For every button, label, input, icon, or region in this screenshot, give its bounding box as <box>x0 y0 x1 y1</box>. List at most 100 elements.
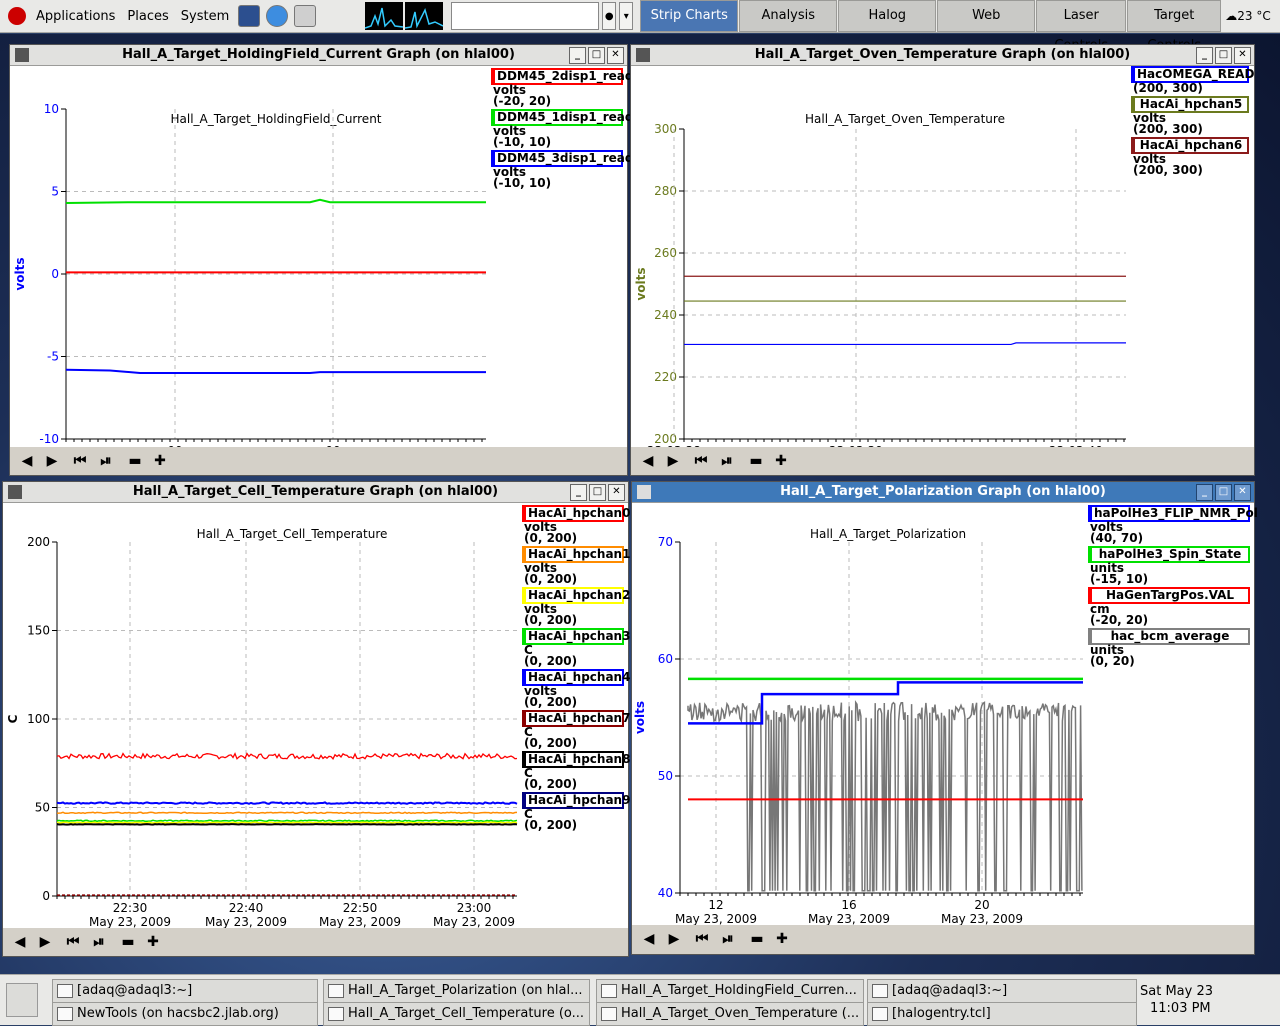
halog-button[interactable]: Halog <box>838 0 937 32</box>
taskbar-window-button[interactable]: Hall_A_Target_Oven_Temperature (... <box>596 1002 864 1026</box>
series-line-HacAi_hpchan3 <box>56 819 518 823</box>
scroll-right-icon[interactable]: ▶ <box>41 451 63 471</box>
legend-item[interactable]: HacAi_hpchan9 C (0, 200) <box>522 792 630 831</box>
legend-item[interactable]: HacAi_hpchan3 C (0, 200) <box>522 628 630 667</box>
terminal-launcher-icon[interactable] <box>238 5 261 27</box>
scroll-right-icon[interactable]: ▶ <box>663 929 685 949</box>
redhat-icon[interactable] <box>8 7 26 25</box>
weather-applet[interactable]: ☁ 23 °C <box>1225 9 1270 23</box>
legend-item-name[interactable]: HacAi_hpchan8 <box>522 751 630 768</box>
minimize-button[interactable]: _ <box>1196 47 1213 64</box>
legend-item[interactable]: HacAi_hpchan7 C (0, 200) <box>522 710 630 749</box>
legend-item[interactable]: DDM45_3disp1_read volts (-10, 10) <box>491 150 633 189</box>
taskbar-window-button[interactable]: NewTools (on hacsbc2.jlab.org) <box>52 1002 318 1026</box>
legend-item[interactable]: haPolHe3_FLIP_NMR_Pol volts (40, 70) <box>1088 505 1258 544</box>
x-tick-time: 23:03:38 <box>647 444 701 447</box>
zoom-out-icon[interactable]: ⏯ <box>95 451 117 471</box>
legend-item-name[interactable]: HacAi_hpchan3 <box>522 628 630 645</box>
add-icon[interactable]: ✚ <box>149 451 171 471</box>
window-titlebar[interactable]: Hall_A_Target_Polarization Graph (on hla… <box>632 482 1254 503</box>
zoom-in-icon[interactable]: ⏮ <box>690 451 712 471</box>
pan-mode-icon[interactable]: ▬ <box>117 932 139 952</box>
taskbar-window-button[interactable]: Hall_A_Target_HoldingField_Curren... <box>596 979 864 1003</box>
legend-item-name[interactable]: HaGenTargPos.VAL <box>1088 587 1250 604</box>
window-titlebar[interactable]: Hall_A_Target_Oven_Temperature Graph (on… <box>631 45 1254 66</box>
bullet-icon[interactable]: ● <box>602 2 617 30</box>
legend-item[interactable]: haPolHe3_Spin_State units (-15, 10) <box>1088 546 1250 585</box>
scroll-right-icon[interactable]: ▶ <box>34 932 56 952</box>
legend-item-name[interactable]: HacAi_hpchan7 <box>522 710 630 727</box>
legend-item[interactable]: HacAi_hpchan4 volts (0, 200) <box>522 669 630 708</box>
legend-item-range: (0, 200) <box>524 777 578 791</box>
clock[interactable]: Sat May 23 11:03 PM <box>1140 983 1213 1017</box>
taskbar-window-button[interactable]: Hall_A_Target_Cell_Temperature (o... <box>323 1002 590 1026</box>
nav-bar: ◀ ▶ ⏮ ⏯ ▬ ✚ <box>10 448 627 474</box>
menu-system[interactable]: System <box>175 9 235 24</box>
legend-item[interactable]: HacAi_hpchan1 volts (0, 200) <box>522 546 630 585</box>
legend-item[interactable]: HacAi_hpchan6 volts (200, 300) <box>1131 137 1249 176</box>
command-entry[interactable] <box>451 2 600 30</box>
maximize-button[interactable]: □ <box>1215 47 1232 64</box>
legend-item[interactable]: HacAi_hpchan2 volts (0, 200) <box>522 587 630 626</box>
add-icon[interactable]: ✚ <box>770 451 792 471</box>
window-titlebar[interactable]: Hall_A_Target_HoldingField_Current Graph… <box>10 45 627 66</box>
network-monitor-graph[interactable] <box>405 2 444 30</box>
calculator-launcher-icon[interactable] <box>294 5 317 27</box>
legend-item-name[interactable]: HacAi_hpchan9 <box>522 792 630 809</box>
close-button[interactable]: ✕ <box>607 47 624 64</box>
scroll-left-icon[interactable]: ◀ <box>638 929 660 949</box>
zoom-out-icon[interactable]: ⏯ <box>717 929 739 949</box>
taskbar-window-button[interactable]: [halogentry.tcl] <box>867 1002 1137 1026</box>
menu-applications[interactable]: Applications <box>30 9 121 24</box>
legend-item[interactable]: hac_bcm_average units (0, 20) <box>1088 628 1250 667</box>
legend-item[interactable]: HacOMEGA_READ (200, 300) <box>1131 66 1254 94</box>
zoom-in-icon[interactable]: ⏮ <box>691 929 713 949</box>
laser-controls-button[interactable]: Laser Controls <box>1036 0 1127 53</box>
taskbar-window-button[interactable]: [adaq@adaql3:~] <box>52 979 318 1003</box>
legend-item[interactable]: HacAi_hpchan8 C (0, 200) <box>522 751 630 791</box>
zoom-in-icon[interactable]: ⏮ <box>69 451 91 471</box>
scroll-left-icon[interactable]: ◀ <box>16 451 38 471</box>
window-titlebar[interactable]: Hall_A_Target_Cell_Temperature Graph (on… <box>3 482 628 503</box>
zoom-in-icon[interactable]: ⏮ <box>62 932 84 952</box>
legend-item[interactable]: HaGenTargPos.VAL cm (-20, 20) <box>1088 587 1250 626</box>
chevron-down-icon[interactable]: ▾ <box>619 2 634 30</box>
strip-charts-button[interactable]: Strip Charts <box>640 0 739 32</box>
legend-item[interactable]: DDM45_1disp1_read volts (-10, 10) <box>491 109 633 148</box>
taskbar-window-button[interactable]: [adaq@adaql3:~] <box>867 979 1137 1003</box>
plot-area: Hall_A_Target_Polarization 70 60 50 40 12 May … <box>632 503 1258 925</box>
target-controls-button[interactable]: Target Controls <box>1127 0 1222 53</box>
legend-item[interactable]: HacAi_hpchan0 volts (0, 200) <box>522 505 630 544</box>
add-icon[interactable]: ✚ <box>142 932 164 952</box>
y-tick-label: -10 <box>39 432 59 446</box>
scroll-right-icon[interactable]: ▶ <box>662 451 684 471</box>
show-desktop-icon[interactable] <box>6 983 38 1017</box>
cpu-monitor-graph[interactable] <box>365 2 404 30</box>
legend-item[interactable]: HacAi_hpchan5 volts (200, 300) <box>1131 96 1249 135</box>
minimize-button[interactable]: _ <box>569 47 586 64</box>
minimize-button[interactable]: _ <box>570 484 587 501</box>
maximize-button[interactable]: □ <box>589 484 606 501</box>
scroll-left-icon[interactable]: ◀ <box>9 932 31 952</box>
close-button[interactable]: ✕ <box>1234 484 1251 501</box>
legend-item[interactable]: DDM45_2disp1_read volts (-20, 20) <box>491 68 633 107</box>
minimize-button[interactable]: _ <box>1196 484 1213 501</box>
close-button[interactable]: ✕ <box>1234 47 1251 64</box>
taskbar-window-button[interactable]: Hall_A_Target_Polarization (on hlal... <box>323 979 590 1003</box>
zoom-out-icon[interactable]: ⏯ <box>88 932 110 952</box>
maximize-button[interactable]: □ <box>588 47 605 64</box>
pan-mode-icon[interactable]: ▬ <box>745 451 767 471</box>
pan-mode-icon[interactable]: ▬ <box>124 451 146 471</box>
web-button[interactable]: Web <box>937 0 1036 32</box>
analysis-button[interactable]: Analysis <box>739 0 838 32</box>
add-icon[interactable]: ✚ <box>771 929 793 949</box>
zoom-out-icon[interactable]: ⏯ <box>716 451 738 471</box>
maximize-button[interactable]: □ <box>1215 484 1232 501</box>
scroll-left-icon[interactable]: ◀ <box>637 451 659 471</box>
menu-places[interactable]: Places <box>121 9 174 24</box>
browser-launcher-icon[interactable] <box>266 5 289 27</box>
top-panel: Applications Places System ● ▾ Strip Cha… <box>0 0 1280 53</box>
pan-mode-icon[interactable]: ▬ <box>746 929 768 949</box>
close-button[interactable]: ✕ <box>608 484 625 501</box>
x-tick-time: 00 <box>325 444 340 447</box>
